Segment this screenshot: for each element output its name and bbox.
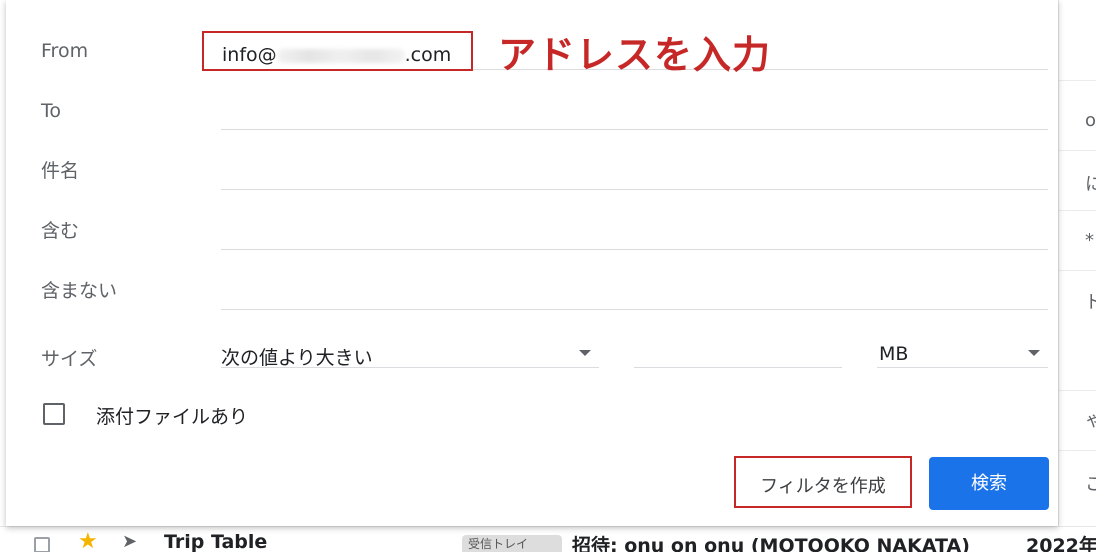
- has-words-row: 含む: [6, 180, 1058, 250]
- search-options-dialog: From info@ .com アドレスを入力 To 件名 含む 含まない サイズ: [6, 0, 1058, 526]
- no-words-label: 含まない: [41, 280, 118, 302]
- no-words-field[interactable]: [221, 280, 1048, 310]
- star-icon[interactable]: ★: [78, 529, 98, 552]
- size-unit-select[interactable]: MB: [877, 336, 1048, 368]
- list-divider: [1059, 80, 1096, 81]
- list-divider: [1059, 270, 1096, 271]
- list-fragment: こ: [1085, 474, 1096, 495]
- list-divider: [1059, 210, 1096, 211]
- subject-row: 件名: [6, 120, 1058, 190]
- size-comparator-select[interactable]: 次の値より大きい: [221, 336, 599, 369]
- has-attachment-label: 添付ファイルあり: [96, 406, 249, 428]
- important-icon[interactable]: ➤: [122, 531, 137, 552]
- size-amount-field[interactable]: [634, 336, 842, 368]
- row-checkbox[interactable]: [34, 537, 50, 552]
- list-fragment: に: [1085, 174, 1096, 195]
- list-divider: [1059, 150, 1096, 151]
- create-filter-button[interactable]: フィルタを作成: [734, 456, 912, 508]
- has-words-label: 含む: [41, 220, 80, 242]
- background-mail-list: o に * ド ゃ こ: [1058, 0, 1096, 552]
- background-mail-row: ★ ➤ Trip Table 受信トレイ 招待: onu on onu (MOT…: [0, 526, 1096, 552]
- size-comparator-value: 次の値より大きい: [221, 347, 373, 369]
- to-label: To: [41, 100, 62, 122]
- row-label-badge: 受信トレイ: [462, 535, 562, 552]
- size-unit-value: MB: [879, 343, 909, 365]
- row-date: 2022年5月: [1026, 535, 1096, 552]
- chevron-down-icon: [579, 350, 591, 356]
- row-subject: 招待: onu on onu (MOTOOKO NAKATA): [572, 535, 970, 552]
- chevron-down-icon: [1028, 350, 1040, 356]
- list-divider: [1059, 390, 1096, 391]
- create-filter-label: フィルタを作成: [760, 476, 886, 497]
- list-divider: [1059, 450, 1096, 451]
- has-attachment-checkbox[interactable]: [43, 403, 65, 425]
- list-fragment: ゃ: [1085, 410, 1096, 431]
- from-label: From: [41, 40, 89, 62]
- to-row: To: [6, 60, 1058, 130]
- list-fragment: ド: [1085, 292, 1096, 313]
- list-fragment: *: [1085, 230, 1094, 251]
- row-sender: Trip Table: [164, 531, 268, 552]
- search-button[interactable]: 検索: [929, 457, 1049, 510]
- list-fragment: o: [1085, 110, 1096, 131]
- size-label: サイズ: [41, 348, 98, 370]
- subject-label: 件名: [41, 160, 80, 182]
- no-words-row: 含まない: [6, 240, 1058, 310]
